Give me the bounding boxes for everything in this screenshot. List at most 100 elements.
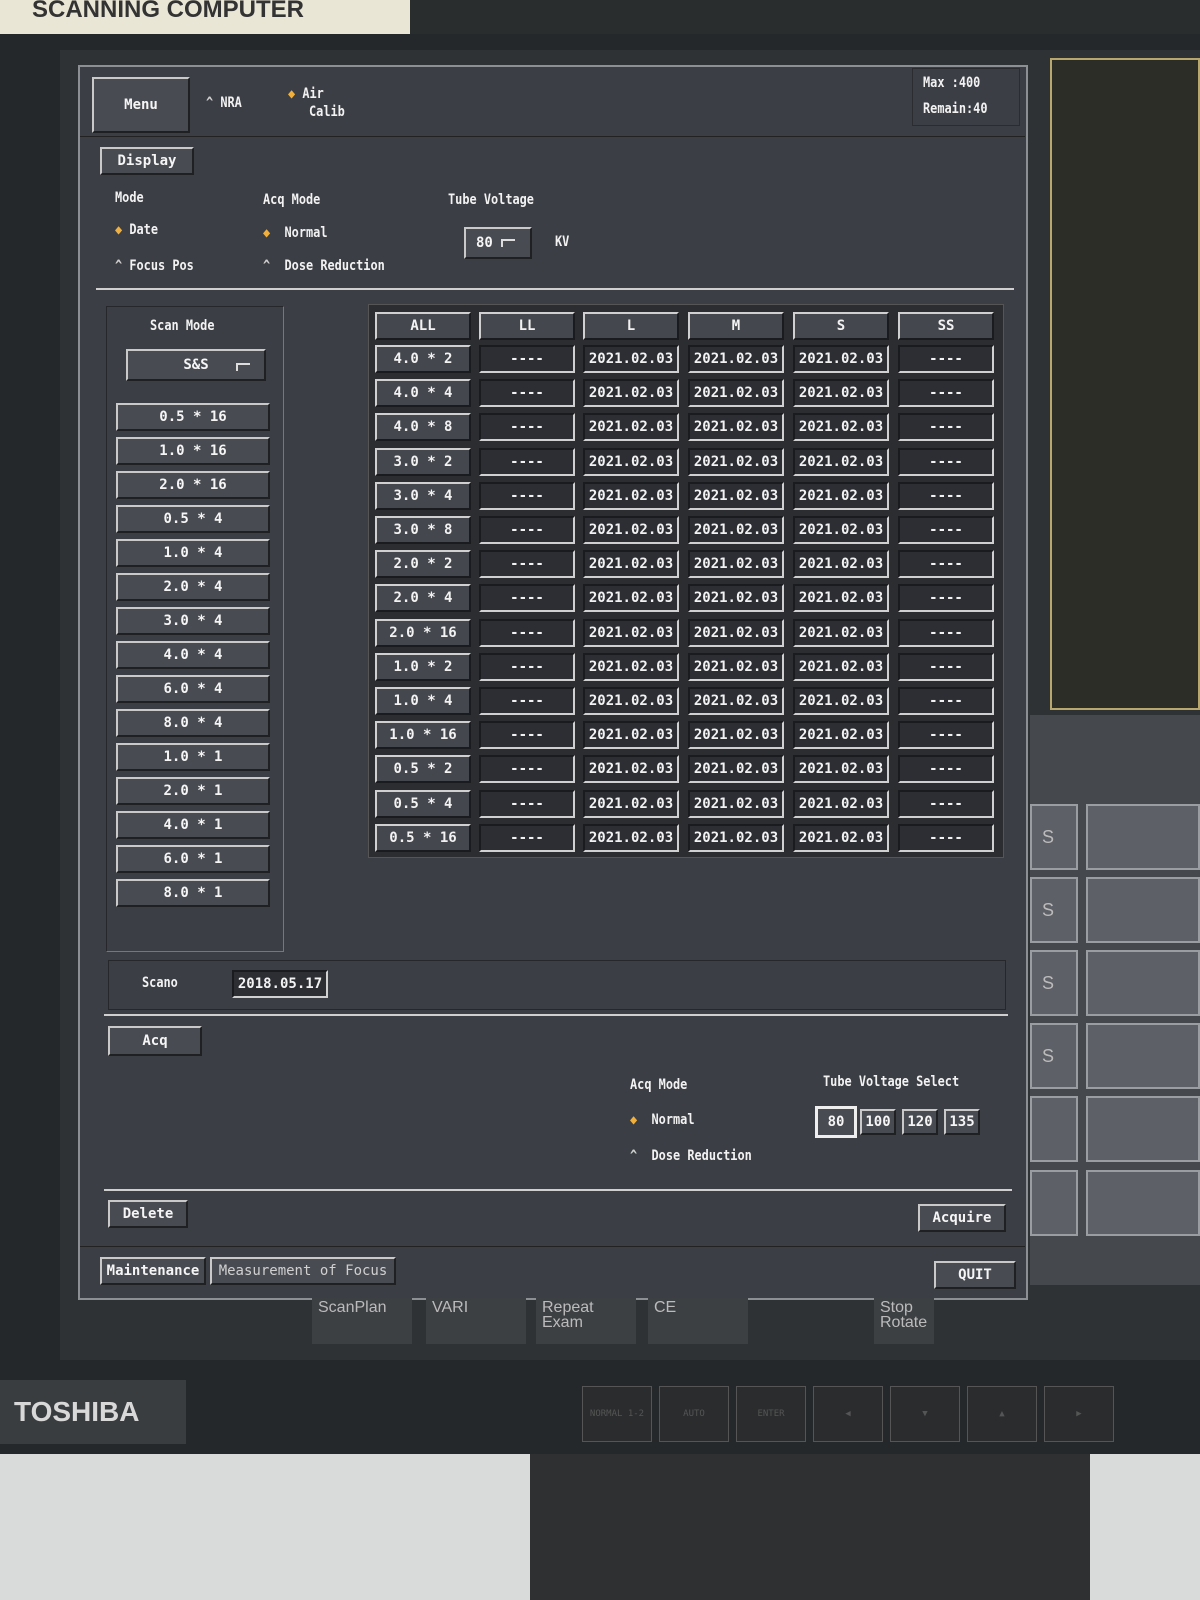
measurement-of-focus-button[interactable]: Measurement of Focus (210, 1257, 396, 1285)
table-cell: ---- (898, 789, 994, 818)
scan-mode-item[interactable]: 1.0 * 1 (116, 743, 270, 771)
row-header[interactable]: 4.0 * 4 (375, 379, 471, 408)
tube-voltage-select[interactable]: 80 (464, 227, 532, 259)
column-header: SS (898, 312, 994, 340)
scan-mode-select[interactable]: S&S (126, 349, 266, 381)
scan-mode-item[interactable]: 0.5 * 16 (116, 403, 270, 431)
acq-dose-reduction-radio[interactable]: ^ Dose Reduction (263, 258, 385, 274)
voltage-80-button[interactable]: 80 (815, 1106, 857, 1138)
scanplan-button[interactable]: ScanPlan (312, 1298, 412, 1344)
side-button-wide[interactable] (1086, 1096, 1200, 1162)
mode-date-radio[interactable]: ◆ Date (115, 222, 158, 238)
toshiba-logo: TOSHIBA (0, 1380, 186, 1444)
hardware-key[interactable]: AUTO (659, 1386, 729, 1442)
repeat-exam-button[interactable]: Repeat Exam (536, 1298, 636, 1344)
divider (96, 288, 1014, 290)
table-cell: 2021.02.03 (688, 447, 784, 476)
table-cell: ---- (898, 652, 994, 681)
table-cell: 2021.02.03 (793, 652, 889, 681)
scan-mode-item[interactable]: 4.0 * 1 (116, 811, 270, 839)
scan-mode-item[interactable]: 8.0 * 1 (116, 879, 270, 907)
air-calib-radio[interactable]: ◆ Air (288, 86, 324, 102)
voltage-135-button[interactable]: 135 (944, 1109, 980, 1135)
row-header[interactable]: 1.0 * 2 (375, 652, 471, 681)
hardware-key[interactable]: ◀ (813, 1386, 883, 1442)
acq-normal-radio[interactable]: ◆ Normal (630, 1112, 694, 1128)
row-header[interactable]: 0.5 * 4 (375, 789, 471, 818)
scan-image-thumbnail[interactable] (1086, 1170, 1200, 1236)
menu-button[interactable]: Menu (92, 77, 190, 133)
hardware-key[interactable]: ▶ (1044, 1386, 1114, 1442)
table-cell: 2021.02.03 (793, 379, 889, 408)
radio-off-icon: ^ (206, 95, 214, 111)
side-button-wide[interactable] (1086, 804, 1200, 870)
side-button[interactable]: S (1030, 877, 1078, 943)
side-button-wide[interactable] (1086, 877, 1200, 943)
row-header[interactable]: 2.0 * 2 (375, 550, 471, 579)
scan-mode-item[interactable]: 6.0 * 4 (116, 675, 270, 703)
nra-radio[interactable]: ^ NRA (206, 95, 242, 111)
row-header[interactable]: 1.0 * 4 (375, 687, 471, 715)
scan-mode-item[interactable]: 8.0 * 4 (116, 709, 270, 737)
side-button[interactable]: S (1030, 1023, 1078, 1089)
hardware-key[interactable]: ▼ (890, 1386, 960, 1442)
row-header[interactable]: 2.0 * 4 (375, 584, 471, 613)
side-button[interactable] (1030, 1096, 1078, 1162)
scan-mode-item[interactable]: 2.0 * 1 (116, 777, 270, 805)
vari-button[interactable]: VARI (426, 1298, 526, 1344)
monitor-stand (530, 1454, 1090, 1600)
scan-mode-item[interactable]: 2.0 * 4 (116, 573, 270, 601)
hardware-key[interactable]: NORMAL 1-2 (582, 1386, 652, 1442)
row-header[interactable]: 4.0 * 2 (375, 345, 471, 373)
table-cell: 2021.02.03 (583, 379, 679, 408)
row-header[interactable]: 3.0 * 8 (375, 516, 471, 544)
scan-mode-item[interactable]: 3.0 * 4 (116, 607, 270, 635)
row-header[interactable]: 3.0 * 2 (375, 447, 471, 476)
hardware-key[interactable]: ▲ (967, 1386, 1037, 1442)
acq-button[interactable]: Acq (108, 1026, 202, 1056)
delete-button[interactable]: Delete (108, 1200, 188, 1228)
table-cell: 2021.02.03 (793, 413, 889, 442)
voltage-100-button[interactable]: 100 (860, 1109, 896, 1135)
voltage-120-button[interactable]: 120 (902, 1109, 938, 1135)
display-button[interactable]: Display (100, 147, 194, 175)
mode-focus-pos-radio[interactable]: ^ Focus Pos (115, 258, 194, 274)
ce-button[interactable]: CE (648, 1298, 748, 1344)
scan-mode-item[interactable]: 1.0 * 16 (116, 437, 270, 465)
radio-on-icon: ◆ (288, 86, 296, 102)
side-button[interactable]: S (1030, 950, 1078, 1016)
row-header[interactable]: 2.0 * 16 (375, 618, 471, 647)
table-cell: 2021.02.03 (688, 652, 784, 681)
maintenance-button[interactable]: Maintenance (100, 1257, 206, 1285)
air-calib-label: Calib (309, 104, 345, 120)
table-cell: ---- (898, 379, 994, 408)
scan-mode-item[interactable]: 1.0 * 4 (116, 539, 270, 567)
row-header[interactable]: 1.0 * 16 (375, 721, 471, 750)
mode-label: Mode (115, 190, 144, 206)
acq-dose-reduction-radio[interactable]: ^ Dose Reduction (630, 1148, 752, 1164)
table-cell: ---- (479, 584, 575, 613)
scan-mode-item[interactable]: 6.0 * 1 (116, 845, 270, 873)
row-header[interactable]: 3.0 * 4 (375, 481, 471, 510)
table-cell: 2021.02.03 (583, 481, 679, 510)
side-button[interactable] (1030, 1170, 1078, 1236)
stop-rotate-button[interactable]: Stop Rotate (874, 1298, 934, 1344)
table-cell: ---- (479, 687, 575, 715)
dropdown-icon (236, 363, 250, 371)
acquire-button[interactable]: Acquire (918, 1204, 1006, 1232)
side-button[interactable]: S (1030, 804, 1078, 870)
scan-mode-item[interactable]: 0.5 * 4 (116, 505, 270, 533)
table-cell: 2021.02.03 (583, 755, 679, 784)
acq-normal-radio[interactable]: ◆ Normal (263, 225, 327, 241)
divider (80, 136, 1025, 137)
scan-mode-item[interactable]: 2.0 * 16 (116, 471, 270, 499)
table-cell: ---- (898, 550, 994, 579)
row-header[interactable]: 0.5 * 2 (375, 755, 471, 784)
quit-button[interactable]: QUIT (934, 1261, 1016, 1289)
scan-mode-item[interactable]: 4.0 * 4 (116, 641, 270, 669)
row-header[interactable]: 4.0 * 8 (375, 413, 471, 442)
hardware-key[interactable]: ENTER (736, 1386, 806, 1442)
side-button-wide[interactable] (1086, 950, 1200, 1016)
side-button-wide[interactable] (1086, 1023, 1200, 1089)
row-header[interactable]: 0.5 * 16 (375, 823, 471, 852)
